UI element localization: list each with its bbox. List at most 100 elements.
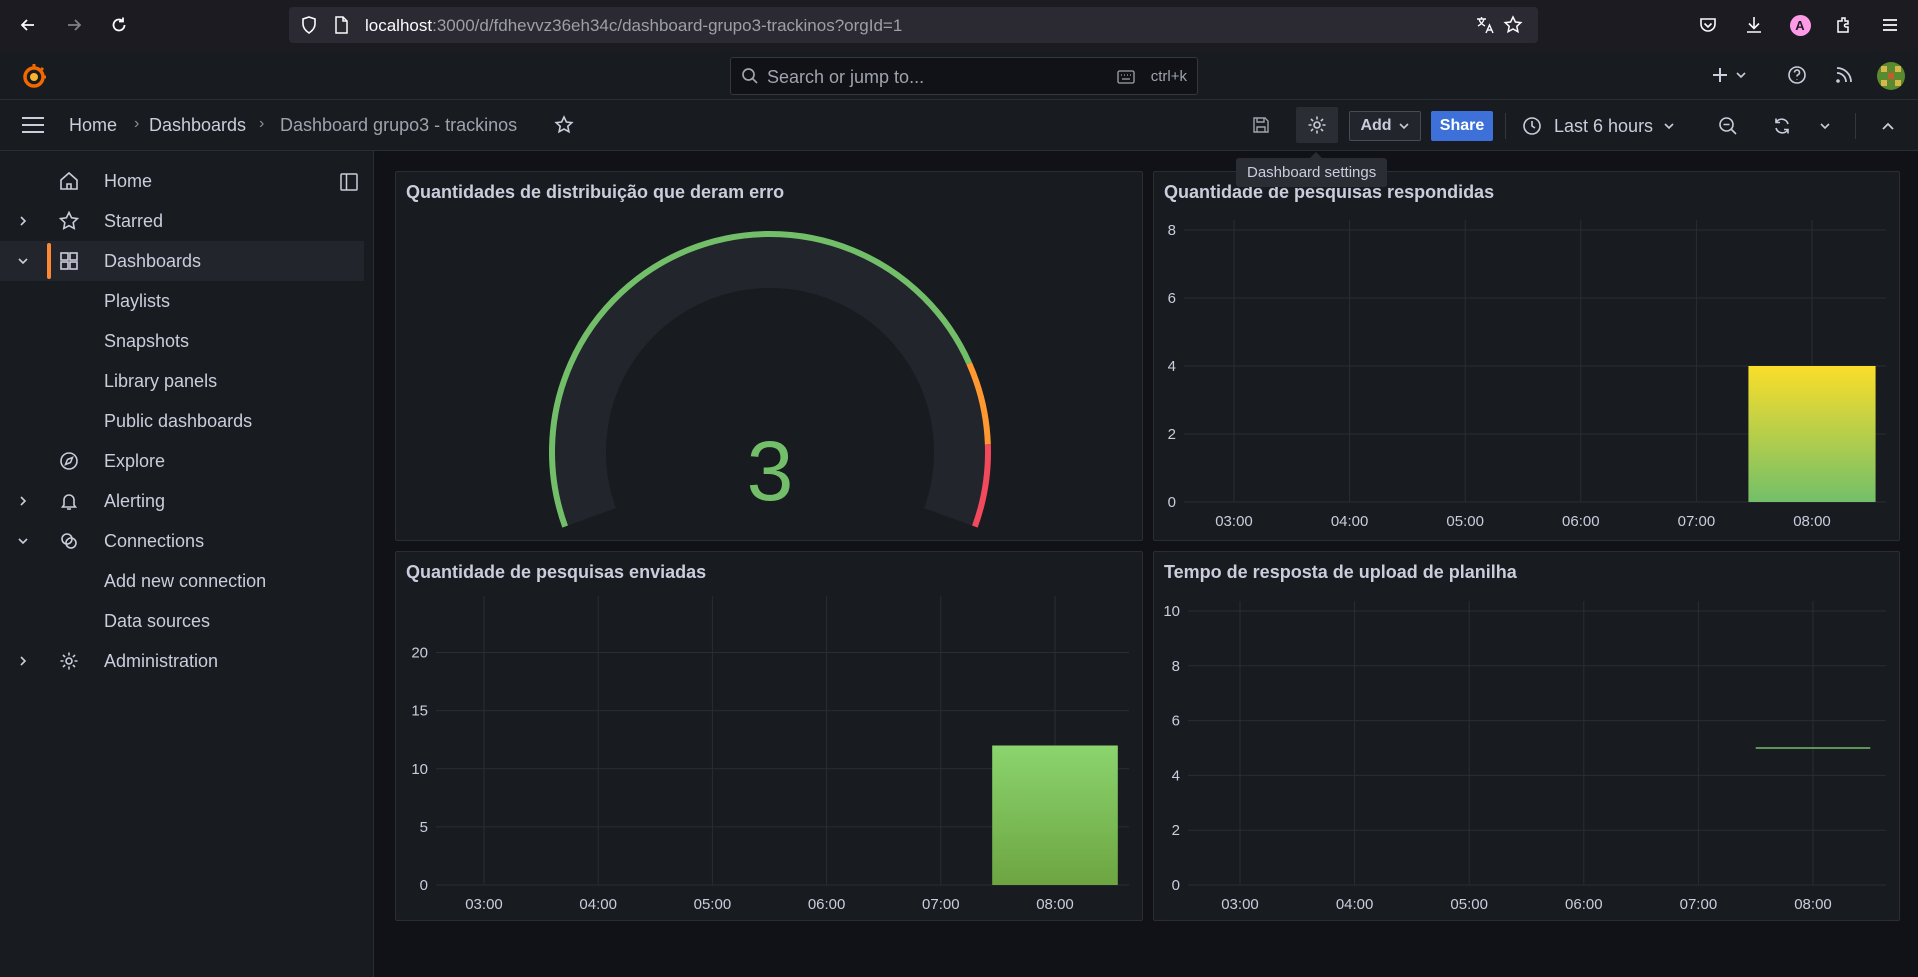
dashboard-settings-button[interactable] xyxy=(1296,107,1338,143)
sidebar-item-label: Starred xyxy=(104,210,164,231)
sidebar-item-playlists[interactable]: Playlists xyxy=(0,281,364,321)
sidebar-item-starred[interactable]: Starred xyxy=(0,201,364,241)
sidebar-item-home[interactable]: Home xyxy=(0,161,364,201)
sidebar-item-administration[interactable]: Administration xyxy=(0,641,364,681)
breadcrumb-home[interactable]: Home xyxy=(69,115,117,136)
breadcrumb-dashboards[interactable]: Dashboards xyxy=(149,115,246,136)
y-tick-label: 10 xyxy=(1163,603,1180,620)
url-text[interactable]: localhost:3000/d/fdhevvz36eh34c/dashboar… xyxy=(365,16,902,36)
link-icon xyxy=(61,533,77,549)
sidebar-item-label: Public dashboards xyxy=(104,410,253,431)
zoom-out-icon[interactable] xyxy=(1717,115,1739,137)
x-tick-label: 07:00 xyxy=(922,896,960,913)
bookmark-star-icon[interactable] xyxy=(1501,13,1525,37)
chevron-right-icon[interactable] xyxy=(16,654,30,668)
add-label: Add xyxy=(1360,117,1392,134)
y-tick-label: 4 xyxy=(1168,358,1176,375)
hamburger-menu-icon[interactable] xyxy=(20,113,46,137)
x-tick-label: 05:00 xyxy=(1450,896,1488,913)
reload-icon[interactable] xyxy=(107,13,131,37)
dashboard-canvas: Quantidades de distribuição que deram er… xyxy=(375,151,1918,977)
menu-icon[interactable] xyxy=(1878,13,1902,37)
save-dashboard-icon[interactable] xyxy=(1250,114,1272,136)
y-tick-label: 0 xyxy=(1168,494,1176,511)
account-avatar[interactable]: A xyxy=(1788,13,1812,37)
keyboard-icon xyxy=(1117,70,1135,84)
apps-grid-icon xyxy=(60,252,78,270)
x-tick-label: 08:00 xyxy=(1793,513,1831,530)
x-tick-label: 06:00 xyxy=(808,896,846,913)
url-bar[interactable]: localhost:3000/d/fdhevvz36eh34c/dashboar… xyxy=(289,7,1538,43)
help-icon[interactable] xyxy=(1785,63,1809,87)
page-icon xyxy=(329,13,353,37)
search-shortcut: ctrl+k xyxy=(1150,68,1187,85)
sidebar-item-snapshots[interactable]: Snapshots xyxy=(0,321,364,361)
time-range-label: Last 6 hours xyxy=(1554,115,1654,136)
y-tick-label: 8 xyxy=(1172,658,1180,675)
x-tick-label: 05:00 xyxy=(1446,513,1484,530)
chevron-down-icon[interactable] xyxy=(16,534,30,548)
sidebar-item-connections[interactable]: Connections xyxy=(0,521,364,561)
translate-icon[interactable] xyxy=(1473,13,1497,37)
home-icon xyxy=(60,171,78,190)
share-button[interactable]: Share xyxy=(1431,111,1493,141)
gear-icon xyxy=(1308,116,1326,134)
bell-icon xyxy=(60,494,78,510)
search-input[interactable]: Search or jump to... ctrl+k xyxy=(730,57,1198,95)
extensions-icon[interactable] xyxy=(1832,13,1856,37)
line-chart: 0 2 4 6 8 10 03:00 04:00 05:00 06:00 07:00 08:00 xyxy=(1163,601,1886,913)
sidebar-item-label: Snapshots xyxy=(104,330,190,351)
sidebar-item-dashboards[interactable]: Dashboards xyxy=(0,241,364,281)
chevron-right-icon[interactable] xyxy=(16,494,30,508)
y-tick-label: 20 xyxy=(411,645,428,662)
panel-tempo[interactable]: Tempo de resposta de upload de planilha … xyxy=(1153,551,1900,921)
refresh-interval-chevron-icon[interactable] xyxy=(1816,118,1834,134)
bar-chart: 0 5 10 15 20 03:00 04:00 05:00 06:00 07:00 08:00 xyxy=(411,596,1129,913)
x-tick-label: 04:00 xyxy=(1336,896,1374,913)
refresh-icon[interactable] xyxy=(1771,115,1793,137)
sidebar-item-public-dashboards[interactable]: Public dashboards xyxy=(0,401,364,441)
sidebar-item-label: Connections xyxy=(104,530,205,551)
favorite-star-icon[interactable] xyxy=(553,114,575,136)
bar xyxy=(1748,366,1876,502)
breadcrumb-separator: › xyxy=(134,115,140,132)
sidebar-item-alerting[interactable]: Alerting xyxy=(0,481,364,521)
news-rss-icon[interactable] xyxy=(1832,63,1856,87)
grafana-logo[interactable] xyxy=(20,62,48,90)
add-button[interactable]: Add xyxy=(1349,111,1421,141)
sidebar-item-data-sources[interactable]: Data sources xyxy=(0,601,364,641)
shield-icon[interactable] xyxy=(297,13,321,37)
collapse-chevron-up-icon[interactable] xyxy=(1878,116,1898,136)
pocket-icon[interactable] xyxy=(1696,13,1720,37)
sidebar-item-explore[interactable]: Explore xyxy=(0,441,364,481)
user-avatar[interactable] xyxy=(1877,62,1905,90)
back-icon[interactable] xyxy=(16,13,40,37)
y-tick-label: 2 xyxy=(1172,822,1180,839)
y-tick-label: 2 xyxy=(1168,426,1176,443)
download-icon[interactable] xyxy=(1742,13,1766,37)
settings-tooltip: Dashboard settings xyxy=(1236,152,1388,187)
forward-icon[interactable] xyxy=(62,13,86,37)
divider xyxy=(1855,113,1856,139)
search-icon xyxy=(742,68,758,84)
chevron-down-icon[interactable] xyxy=(16,254,30,268)
panel-respondidas[interactable]: Quantidade de pesquisas respondidas 0246… xyxy=(1153,171,1900,541)
sidebar-item-add-new-connection[interactable]: Add new connection xyxy=(0,561,364,601)
sidebar-item-library-panels[interactable]: Library panels xyxy=(0,361,364,401)
breadcrumb-separator: › xyxy=(259,115,265,132)
y-tick-label: 0 xyxy=(420,877,428,894)
x-tick-label: 03:00 xyxy=(465,896,503,913)
y-tick-label: 6 xyxy=(1168,290,1176,307)
time-range-picker[interactable]: Last 6 hours xyxy=(1522,111,1675,141)
bar-chart: 0 2 4 6 8 03:00 04:00 05:00 06:00 07:00 08:00 xyxy=(1168,220,1886,530)
top-navigation: Search or jump to... ctrl+k xyxy=(0,50,1918,100)
panel-enviadas[interactable]: Quantidade de pesquisas enviadas 0 5 10 15 2… xyxy=(395,551,1143,921)
gauge-value: 3 xyxy=(747,424,794,518)
x-tick-label: 04:00 xyxy=(1331,513,1369,530)
chevron-right-icon[interactable] xyxy=(16,214,30,228)
x-tick-label: 07:00 xyxy=(1680,896,1718,913)
x-tick-label: 03:00 xyxy=(1221,896,1259,913)
clock-icon xyxy=(1523,117,1541,135)
new-dropdown-button[interactable] xyxy=(1707,63,1755,87)
panel-gauge[interactable]: Quantidades de distribuição que deram er… xyxy=(395,171,1143,541)
